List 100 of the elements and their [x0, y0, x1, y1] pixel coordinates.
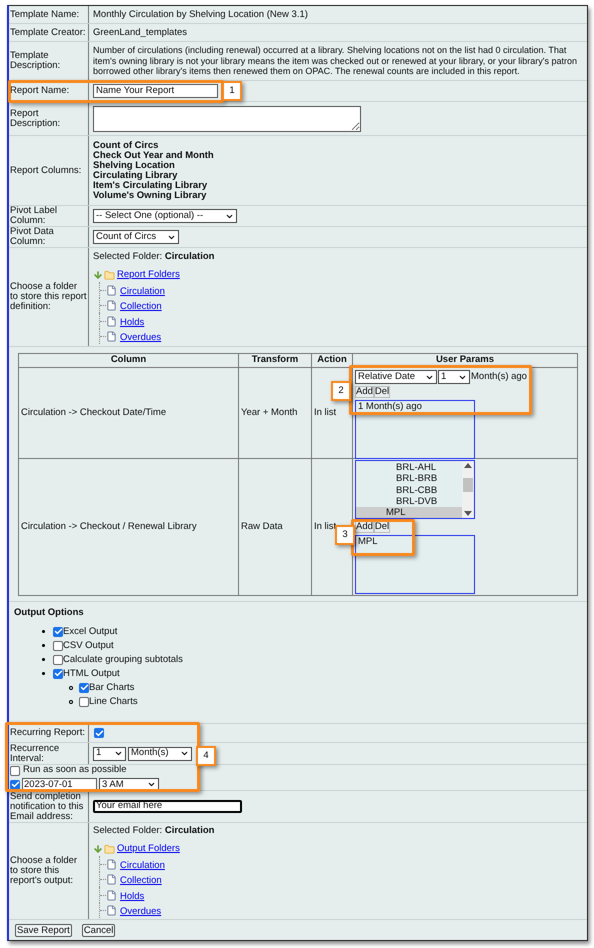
bullet-icon [42, 644, 45, 648]
report-column-name: Item's Circulating Library [93, 180, 208, 190]
field-value: GreenLand_templates [93, 27, 188, 38]
bullet-icon [42, 630, 45, 634]
field-label: Report Description: [10, 108, 62, 128]
form-button[interactable]: Cancel [82, 924, 116, 936]
value-listbox[interactable]: 1 Month(s) ago [355, 400, 475, 460]
list-item[interactable]: MPL [358, 536, 378, 548]
check-icon [94, 728, 104, 738]
field-label: Send completion notification to this Email address: [10, 792, 84, 822]
interval-count-select[interactable]: 1 [93, 746, 126, 760]
folder-link[interactable]: Output Folders [117, 842, 180, 856]
report-column-name: Shelving Location [93, 160, 176, 170]
field-label: Pivot Label Column: [10, 206, 58, 226]
value-listbox[interactable]: MPL [355, 535, 475, 594]
column-header: Column [110, 353, 146, 368]
folder-link[interactable]: Circulation [120, 284, 165, 300]
table-cell-text: Raw Data [241, 520, 283, 534]
checkbox[interactable] [79, 682, 89, 693]
option-label: CSV Output [63, 640, 114, 652]
checkbox[interactable] [94, 728, 104, 738]
table-cell-text: In list [314, 520, 336, 534]
check-icon [10, 780, 20, 790]
checkbox[interactable] [53, 668, 63, 679]
form-button[interactable]: Save Report [15, 924, 72, 936]
section-title: Output Options [14, 607, 84, 618]
check-icon [54, 627, 62, 636]
library-option[interactable]: BRL-AHL [356, 462, 462, 474]
arrow-down-icon [93, 270, 103, 280]
date-type-select[interactable]: Relative Date [355, 370, 437, 384]
field-value: Monthly Circulation by Shelving Location (New 3.1) [93, 9, 309, 20]
folder-link[interactable]: Overdues [120, 905, 162, 920]
folder-link[interactable]: Overdues [120, 331, 162, 346]
table-cell-text: Circulation -> Checkout Date/Time [21, 406, 166, 420]
delete-button[interactable]: Del [374, 386, 390, 398]
report-column-name: Check Out Year and Month [93, 150, 215, 160]
unit-text: Month(s) ago [471, 370, 527, 384]
scrollbar[interactable] [462, 461, 474, 518]
folder-link[interactable]: Holds [120, 890, 144, 904]
folder-link[interactable]: Holds [120, 316, 144, 330]
check-icon [54, 669, 62, 678]
callout-number: 2 [338, 384, 344, 398]
interval-unit-select[interactable]: Month(s) [128, 746, 192, 760]
file-icon [106, 858, 117, 870]
report-column-name: Circulating Library [93, 170, 178, 180]
option-label: Excel Output [63, 626, 118, 638]
checkbox[interactable] [53, 654, 63, 665]
library-option[interactable]: MPL [356, 507, 462, 518]
count-select[interactable]: 1 [438, 370, 470, 384]
field-value: Number of circulations (including renewal) occurred at a library. Shelving locations not on the list had 0 circulation. That item's owning library is not your library means the item was checked out or renewed at your library, or your library's patron borrowed other library's items then renewed them on OPAC. The renewal counts are included in this report. [93, 45, 578, 77]
folder-link[interactable]: Circulation [120, 858, 165, 874]
option-label: Bar Charts [89, 682, 134, 694]
caret-icon [114, 749, 123, 758]
checkbox[interactable] [53, 626, 63, 637]
library-option[interactable]: BRL-DVB [356, 496, 462, 508]
file-icon [106, 316, 117, 326]
report-name-field[interactable]: Name Your Report [93, 84, 218, 98]
option-label: HTML Output [63, 668, 120, 680]
callout-number: 3 [342, 528, 348, 542]
option-label: Line Charts [89, 696, 138, 708]
field-label: Template Name: [10, 10, 80, 20]
selected-folder-text: Selected Folder: Circulation [93, 250, 216, 264]
field-label: Template Description: [10, 51, 62, 71]
check-icon [80, 683, 88, 692]
folder-link[interactable]: Collection [120, 300, 162, 315]
folder-link[interactable]: Report Folders [117, 268, 180, 282]
checkbox[interactable] [79, 696, 89, 707]
list-item[interactable]: 1 Month(s) ago [358, 401, 422, 414]
field-label: Report Name: [10, 86, 70, 96]
run-asap-label: Run as soon as possible [23, 763, 127, 778]
file-icon [106, 331, 117, 342]
library-listbox[interactable]: BRL-AHL BRL-BRB BRL-CBB BRL-DVB MPL [355, 460, 475, 519]
bullet-icon [42, 672, 45, 676]
library-option[interactable]: BRL-CBB [356, 484, 462, 496]
bullet-icon [69, 700, 73, 704]
library-option[interactable]: BRL-BRB [356, 473, 462, 485]
callout-number: 1 [229, 84, 235, 98]
file-icon [106, 300, 117, 311]
callout-number: 4 [203, 748, 209, 763]
caret-icon [180, 749, 189, 758]
checkbox[interactable] [10, 780, 20, 790]
arrow-down-icon [93, 844, 103, 854]
field-label: Recurring Report: [10, 728, 85, 738]
field-label: Report Columns: [10, 166, 82, 176]
pivot-label-select[interactable]: -- Select One (optional) -- [93, 209, 237, 223]
field-label: Template Creator: [10, 28, 86, 38]
add-button[interactable]: Add [355, 521, 374, 533]
selected-folder-text: Selected Folder: Circulation [93, 824, 216, 838]
report-description-field[interactable] [93, 106, 361, 132]
folder-icon [104, 270, 115, 281]
table-cell-text: Year + Month [241, 406, 298, 420]
add-button[interactable]: Add [355, 386, 374, 398]
report-column-name: Count of Circs [93, 140, 160, 150]
pivot-data-select[interactable]: Count of Circs [93, 230, 179, 244]
file-icon [106, 284, 117, 296]
folder-link[interactable]: Collection [120, 874, 162, 889]
checkbox[interactable] [53, 640, 63, 651]
column-header: Transform [252, 353, 298, 368]
checkbox[interactable] [10, 766, 20, 776]
report-column-name: Volume's Owning Library [93, 190, 206, 200]
